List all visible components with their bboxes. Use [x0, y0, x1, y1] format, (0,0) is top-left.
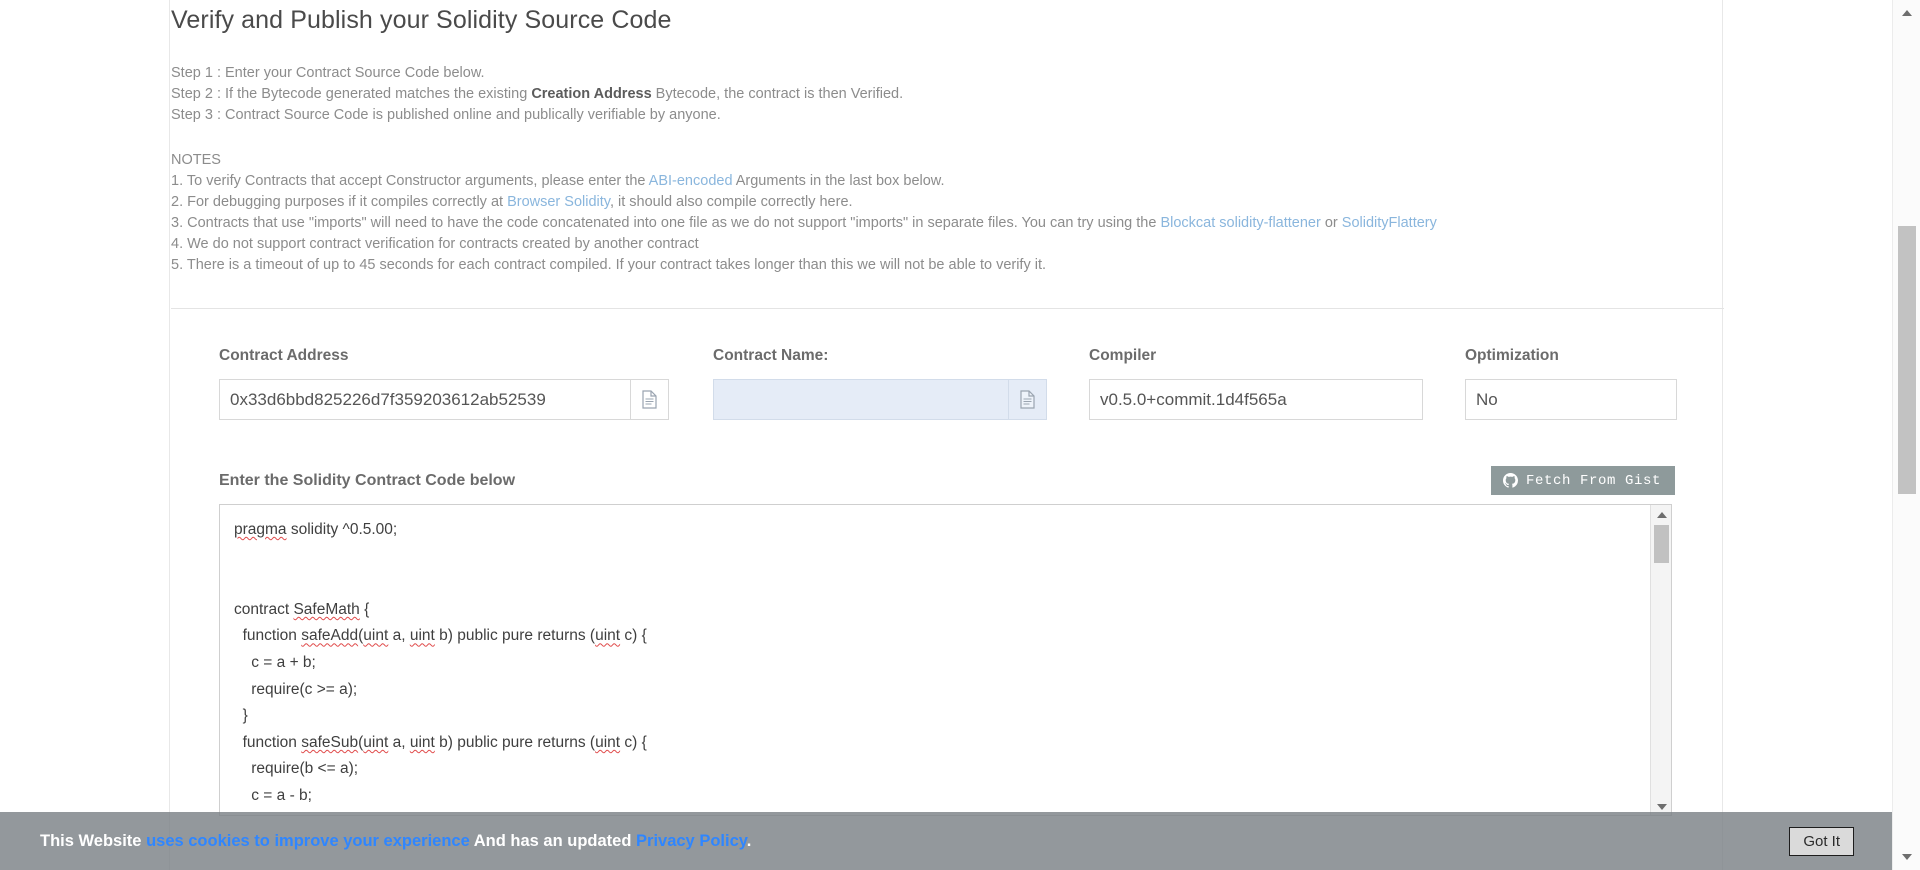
- step-3-text: Step 3 : Contract Source Code is publish…: [171, 107, 721, 123]
- cookie-mid: And has an updated: [470, 832, 636, 850]
- page-content: Verify and Publish your Solidity Source …: [171, 0, 1723, 870]
- page-right-margin: [1722, 0, 1892, 870]
- cookie-post: .: [747, 832, 752, 850]
- page-scroll-thumb[interactable]: [1898, 226, 1916, 494]
- blockcat-solidity-flattener-link[interactable]: Blockcat solidity-flattener: [1160, 215, 1320, 231]
- notes-heading: NOTES: [171, 150, 1723, 171]
- cookie-policy-link[interactable]: uses cookies to improve your experience: [146, 832, 470, 850]
- note-2-mid: , it should also compile correctly here.: [610, 194, 853, 210]
- compiler-label: Compiler: [1089, 347, 1423, 365]
- verify-contract-page: Verify and Publish your Solidity Source …: [0, 0, 1920, 870]
- note-3-mid: or: [1321, 215, 1342, 231]
- section-divider: [171, 308, 1724, 309]
- contract-name-input-group: [713, 379, 1047, 420]
- note-line-2: 2. For debugging purposes if it compiles…: [171, 192, 1723, 213]
- note-4-text: 4. We do not support contract verificati…: [171, 236, 699, 252]
- step-2-prefix: Step 2 : If the Bytecode generated match…: [171, 86, 531, 102]
- contract-name-field: Contract Name:: [713, 347, 1047, 420]
- note-1-pre: 1. To verify Contracts that accept Const…: [171, 173, 649, 189]
- note-line-4: 4. We do not support contract verificati…: [171, 234, 1723, 255]
- solidity-flattery-link[interactable]: SolidityFlattery: [1342, 215, 1437, 231]
- optimization-field: Optimization No: [1465, 347, 1677, 420]
- contract-address-field: Contract Address 0x33d6bbd825226d7f35920…: [219, 347, 669, 420]
- fetch-from-gist-label: Fetch From Gist: [1526, 473, 1661, 489]
- step-2-bold: Creation Address: [531, 86, 651, 102]
- privacy-policy-link[interactable]: Privacy Policy: [636, 832, 747, 850]
- steps-list: Step 1 : Enter your Contract Source Code…: [171, 63, 1723, 126]
- contract-address-paste-button[interactable]: [631, 379, 669, 420]
- compiler-field: Compiler v0.5.0+commit.1d4f565a: [1089, 347, 1423, 420]
- optimization-select[interactable]: No: [1465, 379, 1677, 420]
- got-it-button[interactable]: Got It: [1789, 827, 1854, 856]
- code-scrollbar[interactable]: [1650, 505, 1671, 816]
- note-line-3: 3. Contracts that use "imports" will nee…: [171, 213, 1723, 234]
- code-section-title: Enter the Solidity Contract Code below: [219, 472, 515, 490]
- fetch-from-gist-button[interactable]: Fetch From Gist: [1491, 466, 1675, 495]
- step-2-suffix: Bytecode, the contract is then Verified.: [652, 86, 903, 102]
- notes-block: NOTES 1. To verify Contracts that accept…: [171, 150, 1723, 276]
- cookie-consent-banner: This Website uses cookies to improve you…: [0, 812, 1892, 870]
- step-line-2: Step 2 : If the Bytecode generated match…: [171, 84, 1723, 105]
- contract-address-input[interactable]: 0x33d6bbd825226d7f359203612ab52539: [219, 379, 631, 420]
- page-scrollbar[interactable]: [1892, 0, 1920, 870]
- contract-name-input[interactable]: [713, 379, 1009, 420]
- code-section-header: Enter the Solidity Contract Code below F…: [171, 466, 1723, 495]
- code-scroll-thumb[interactable]: [1654, 525, 1669, 563]
- cookie-banner-text: This Website uses cookies to improve you…: [40, 832, 751, 851]
- abi-encoded-link[interactable]: ABI-encoded: [649, 173, 733, 189]
- note-1-mid: Arguments in the last box below.: [733, 173, 945, 189]
- note-line-5: 5. There is a timeout of up to 45 second…: [171, 255, 1723, 276]
- contract-address-label: Contract Address: [219, 347, 669, 365]
- step-1-text: Step 1 : Enter your Contract Source Code…: [171, 65, 485, 81]
- optimization-label: Optimization: [1465, 347, 1677, 365]
- page-scroll-down-icon[interactable]: [1893, 846, 1920, 868]
- document-icon: [641, 390, 658, 409]
- document-icon: [1019, 390, 1036, 409]
- page-left-margin: [0, 0, 170, 870]
- compiler-select[interactable]: v0.5.0+commit.1d4f565a: [1089, 379, 1423, 420]
- page-scroll-up-icon[interactable]: [1893, 2, 1920, 24]
- cookie-pre: This Website: [40, 832, 146, 850]
- contract-name-label: Contract Name:: [713, 347, 1047, 365]
- step-line-1: Step 1 : Enter your Contract Source Code…: [171, 63, 1723, 84]
- note-3-pre: 3. Contracts that use "imports" will nee…: [171, 215, 1160, 231]
- solidity-code-textarea[interactable]: pragma solidity ^0.5.00; contract SafeMa…: [219, 504, 1672, 816]
- solidity-code-content[interactable]: pragma solidity ^0.5.00; contract SafeMa…: [220, 505, 1671, 816]
- note-2-pre: 2. For debugging purposes if it compiles…: [171, 194, 507, 210]
- contract-name-paste-button[interactable]: [1009, 379, 1047, 420]
- note-line-1: 1. To verify Contracts that accept Const…: [171, 171, 1723, 192]
- contract-address-input-group: 0x33d6bbd825226d7f359203612ab52539: [219, 379, 669, 420]
- contract-form-row: Contract Address 0x33d6bbd825226d7f35920…: [171, 347, 1723, 420]
- step-line-3: Step 3 : Contract Source Code is publish…: [171, 105, 1723, 126]
- note-5-text: 5. There is a timeout of up to 45 second…: [171, 257, 1046, 273]
- browser-solidity-link[interactable]: Browser Solidity: [507, 194, 610, 210]
- page-title: Verify and Publish your Solidity Source …: [171, 0, 1723, 35]
- code-scroll-up-icon[interactable]: [1651, 506, 1672, 524]
- github-icon: [1503, 473, 1518, 488]
